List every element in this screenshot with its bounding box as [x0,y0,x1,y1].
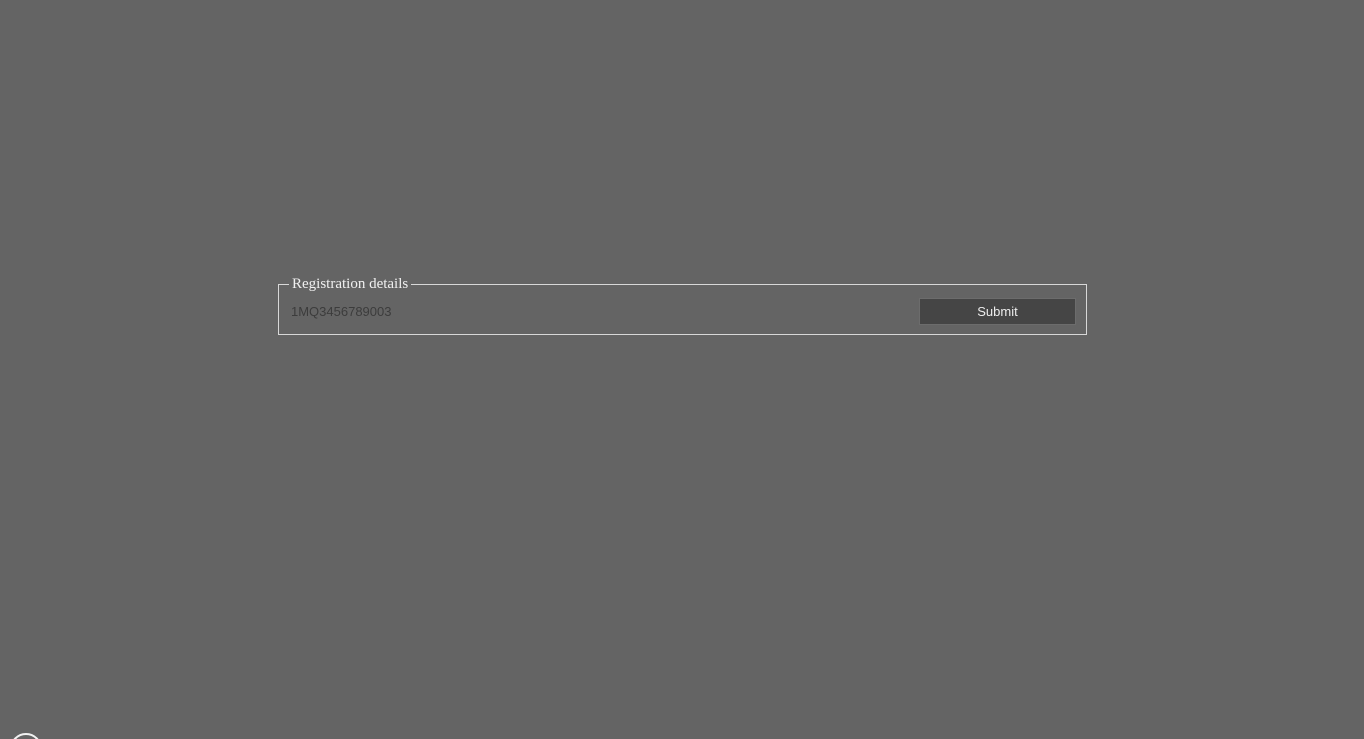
submit-button[interactable]: Submit [919,298,1076,325]
start-orb-icon[interactable] [10,733,42,739]
fieldset-legend: Registration details [289,276,412,292]
page: Registration details Submit [0,0,1364,739]
registration-fieldset: Registration details Submit [278,276,1087,335]
registration-input[interactable] [291,303,491,321]
